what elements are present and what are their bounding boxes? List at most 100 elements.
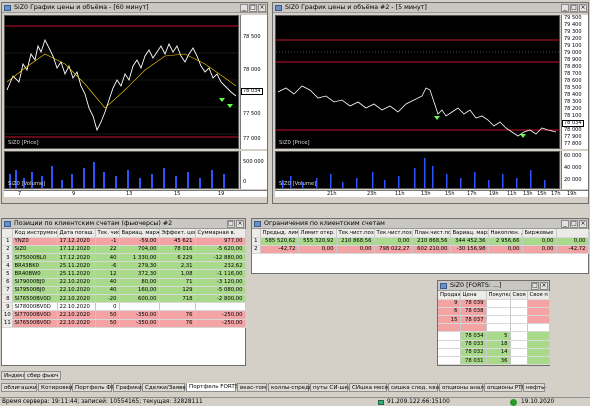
column-header[interactable]: Вариац. маржа: [119, 229, 160, 238]
workspace-tab[interactable]: Портфель FORTS: [186, 383, 238, 392]
column-header[interactable]: Вариац. маржа: [450, 229, 489, 238]
column-header[interactable]: Продаж: [438, 291, 461, 300]
table-icon: [254, 221, 261, 227]
workspace-tab[interactable]: сишка след. квартал: [388, 383, 453, 392]
table-row[interactable]: 7 SI79500BJ0 22.10.2020 40 160,00 129 -5 080,0…: [2, 286, 246, 296]
table-row[interactable]: 2 SiZ0 17.12.2020 22 704,00 78 016 -5 620,00: [2, 245, 246, 255]
table-row[interactable]: 5 BR40BW0 25.11.2020 12 372,30 1,08 -1 116,00: [2, 269, 246, 279]
orderbook-row[interactable]: 78 033 18: [438, 340, 550, 349]
limits-window[interactable]: Ограничения по клиентским счетам _ □ × Пре…: [251, 218, 589, 274]
table-row[interactable]: 10 SI77000BV0D 22.10.2020 50 -350,00 76 -250,0…: [2, 310, 246, 320]
workspace-tab[interactable]: Котировки: [38, 383, 73, 392]
maximize-button[interactable]: □: [570, 220, 578, 228]
column-header[interactable]: Тек. чист.поз.: [95, 229, 120, 238]
workspace-tab[interactable]: Портфель ФР: [72, 383, 115, 392]
volume-chart-5min[interactable]: SiZ0 [Volume]: [275, 151, 560, 189]
chart1-titlebar[interactable]: SiZ0 График цены и объёма - [60 минут] _…: [2, 3, 267, 13]
orderbook-row[interactable]: 15 78 037: [438, 315, 550, 325]
workspace-tab[interactable]: облигашки: [1, 383, 37, 392]
workspace-tab[interactable]: Сделки/Заявки: [142, 383, 189, 392]
x-tick: 13: [126, 191, 133, 197]
workspace-tab[interactable]: опционы РТС: [484, 383, 526, 392]
column-header[interactable]: Накоплен. д.: [488, 229, 523, 238]
close-button[interactable]: ×: [579, 4, 587, 12]
column-header[interactable]: [2, 229, 13, 238]
column-header[interactable]: [252, 229, 261, 238]
workspace-tab[interactable]: вкас-том: [237, 383, 267, 392]
close-button[interactable]: ×: [236, 220, 244, 228]
orderbook-window[interactable]: SiZ0 [FORTS: ...] □ × Продаж Цена Покупка…: [437, 280, 550, 366]
price-chart-60min[interactable]: SiZ0 [Price]: [4, 15, 239, 149]
orderbook-row[interactable]: [438, 323, 550, 333]
chart2-titlebar[interactable]: SiZ0 График цены и объёма #2 - [5 минут]…: [273, 3, 588, 13]
limit-cell: 210 868,56: [412, 237, 451, 246]
expiry-date: 22.10.2020: [57, 286, 96, 296]
column-header[interactable]: [556, 229, 589, 238]
column-header[interactable]: План.чист.поз.: [412, 229, 451, 238]
minimize-button[interactable]: _: [561, 220, 569, 228]
table-row[interactable]: 1 YNZ0 17.12.2020 -1 -59,00 45 621 977,00: [2, 237, 246, 246]
workspace-tab[interactable]: Графики: [113, 383, 142, 392]
limits-titlebar[interactable]: Ограничения по клиентским счетам _ □ ×: [252, 219, 588, 229]
minimize-button[interactable]: _: [240, 4, 248, 12]
close-button[interactable]: ×: [540, 282, 548, 290]
orderbook-row[interactable]: 9 78 039: [438, 299, 550, 308]
sell-volume: 15: [438, 315, 461, 325]
column-header[interactable]: Лимит откр. п.: [298, 229, 337, 238]
window-tab-sber[interactable]: сбер фьюч: [24, 371, 62, 380]
table-row[interactable]: 11 SI76500BV0D 22.10.2020 50 -350,00 76 -250,0…: [2, 319, 246, 328]
volume-chart-60min[interactable]: SiZ0 [Volume]: [4, 151, 239, 189]
workspace-tab[interactable]: коллы-спреды: [268, 383, 313, 392]
column-header[interactable]: Цена: [460, 291, 487, 300]
column-header[interactable]: Эффект. цена: [159, 229, 196, 238]
maximize-button[interactable]: □: [531, 282, 539, 290]
chart-window-5min[interactable]: SiZ0 График цены и объёма #2 - [5 минут]…: [272, 2, 589, 204]
workspace-tab[interactable]: нефть-: [523, 383, 546, 392]
column-header[interactable]: Код инструмента: [12, 229, 58, 238]
workspace-tab[interactable]: СИшка месяц: [349, 383, 392, 392]
table-row[interactable]: 9 SI78000BV0D 22.10.2020 0: [2, 302, 246, 312]
table-row[interactable]: 4 BR43BK0 25.11.2020 -6 279,30 2,31 232,62: [2, 261, 246, 271]
column-header[interactable]: Предыд. лимит: [260, 229, 299, 238]
column-header[interactable]: Тек.чист.поз. (: [374, 229, 413, 238]
price-chart-5min[interactable]: SiZ0 [Price]: [275, 15, 560, 149]
column-header[interactable]: Дата погаш.: [57, 229, 96, 238]
positions-titlebar[interactable]: Позиции по клиентским счетам (фьючерсы) …: [2, 219, 245, 229]
volume-tick: 500 000: [243, 159, 264, 165]
expiry-date: 17.12.2020: [57, 245, 96, 255]
column-header[interactable]: Покупка: [486, 291, 511, 300]
table-row[interactable]: 1 585 520,62 555 320,92 210 868,56 0,00 210 8…: [252, 237, 589, 246]
positions-window[interactable]: Позиции по клиентским счетам (фьючерсы) …: [1, 218, 246, 366]
column-header[interactable]: Тек.чист.поз.: [336, 229, 375, 238]
table-row[interactable]: 8 SI76500BV0D 22.10.2020 -20 600,00 718 -2 800…: [2, 294, 246, 304]
y-tick: 77 500: [243, 111, 261, 117]
table-header: Предыд. лимит Лимит откр. п. Тек.чист.по…: [252, 229, 589, 238]
orderbook-titlebar[interactable]: SiZ0 [FORTS: ...] □ ×: [438, 281, 549, 291]
orderbook-row[interactable]: 6 78 038: [438, 307, 550, 317]
maximize-button[interactable]: □: [570, 4, 578, 12]
orderbook-row[interactable]: 78 032 14: [438, 348, 550, 358]
close-button[interactable]: ×: [258, 4, 266, 12]
column-header[interactable]: Биржевые: [522, 229, 557, 238]
table-row[interactable]: 3 SI75000BL0 17.12.2020 40 1 330,00 6 229 -12 …: [2, 253, 246, 263]
workspace-tab[interactable]: опционы анализ: [439, 383, 491, 392]
y-tick: 78 500: [243, 34, 261, 40]
table-row[interactable]: 2 -42,72 0,00 0,00 798 022,27 602 210,00 -30 1…: [252, 245, 589, 255]
orderbook-row[interactable]: 78 031 36: [438, 356, 550, 366]
y-tick: 79 300: [564, 29, 582, 35]
maximize-button[interactable]: □: [227, 220, 235, 228]
close-button[interactable]: ×: [579, 220, 587, 228]
table-row[interactable]: 6 SI79000BJ0 22.10.2020 40 80,00 71 -3 120,00: [2, 278, 246, 287]
chart-window-60min[interactable]: SiZ0 График цены и объёма - [60 минут] _…: [1, 2, 268, 204]
column-header[interactable]: Суммарная в.: [195, 229, 246, 238]
own-orders-2: [527, 307, 550, 317]
column-header[interactable]: Своя: [510, 291, 528, 300]
own-orders-2: [527, 315, 550, 325]
column-header[interactable]: Своя п: [527, 291, 550, 300]
orderbook-row[interactable]: 78 034 5: [438, 331, 550, 341]
workspace-tab[interactable]: путы СИ-шка: [310, 383, 351, 392]
minimize-button[interactable]: _: [561, 4, 569, 12]
maximize-button[interactable]: □: [249, 4, 257, 12]
price-level: [460, 323, 487, 333]
own-orders: [510, 356, 528, 366]
